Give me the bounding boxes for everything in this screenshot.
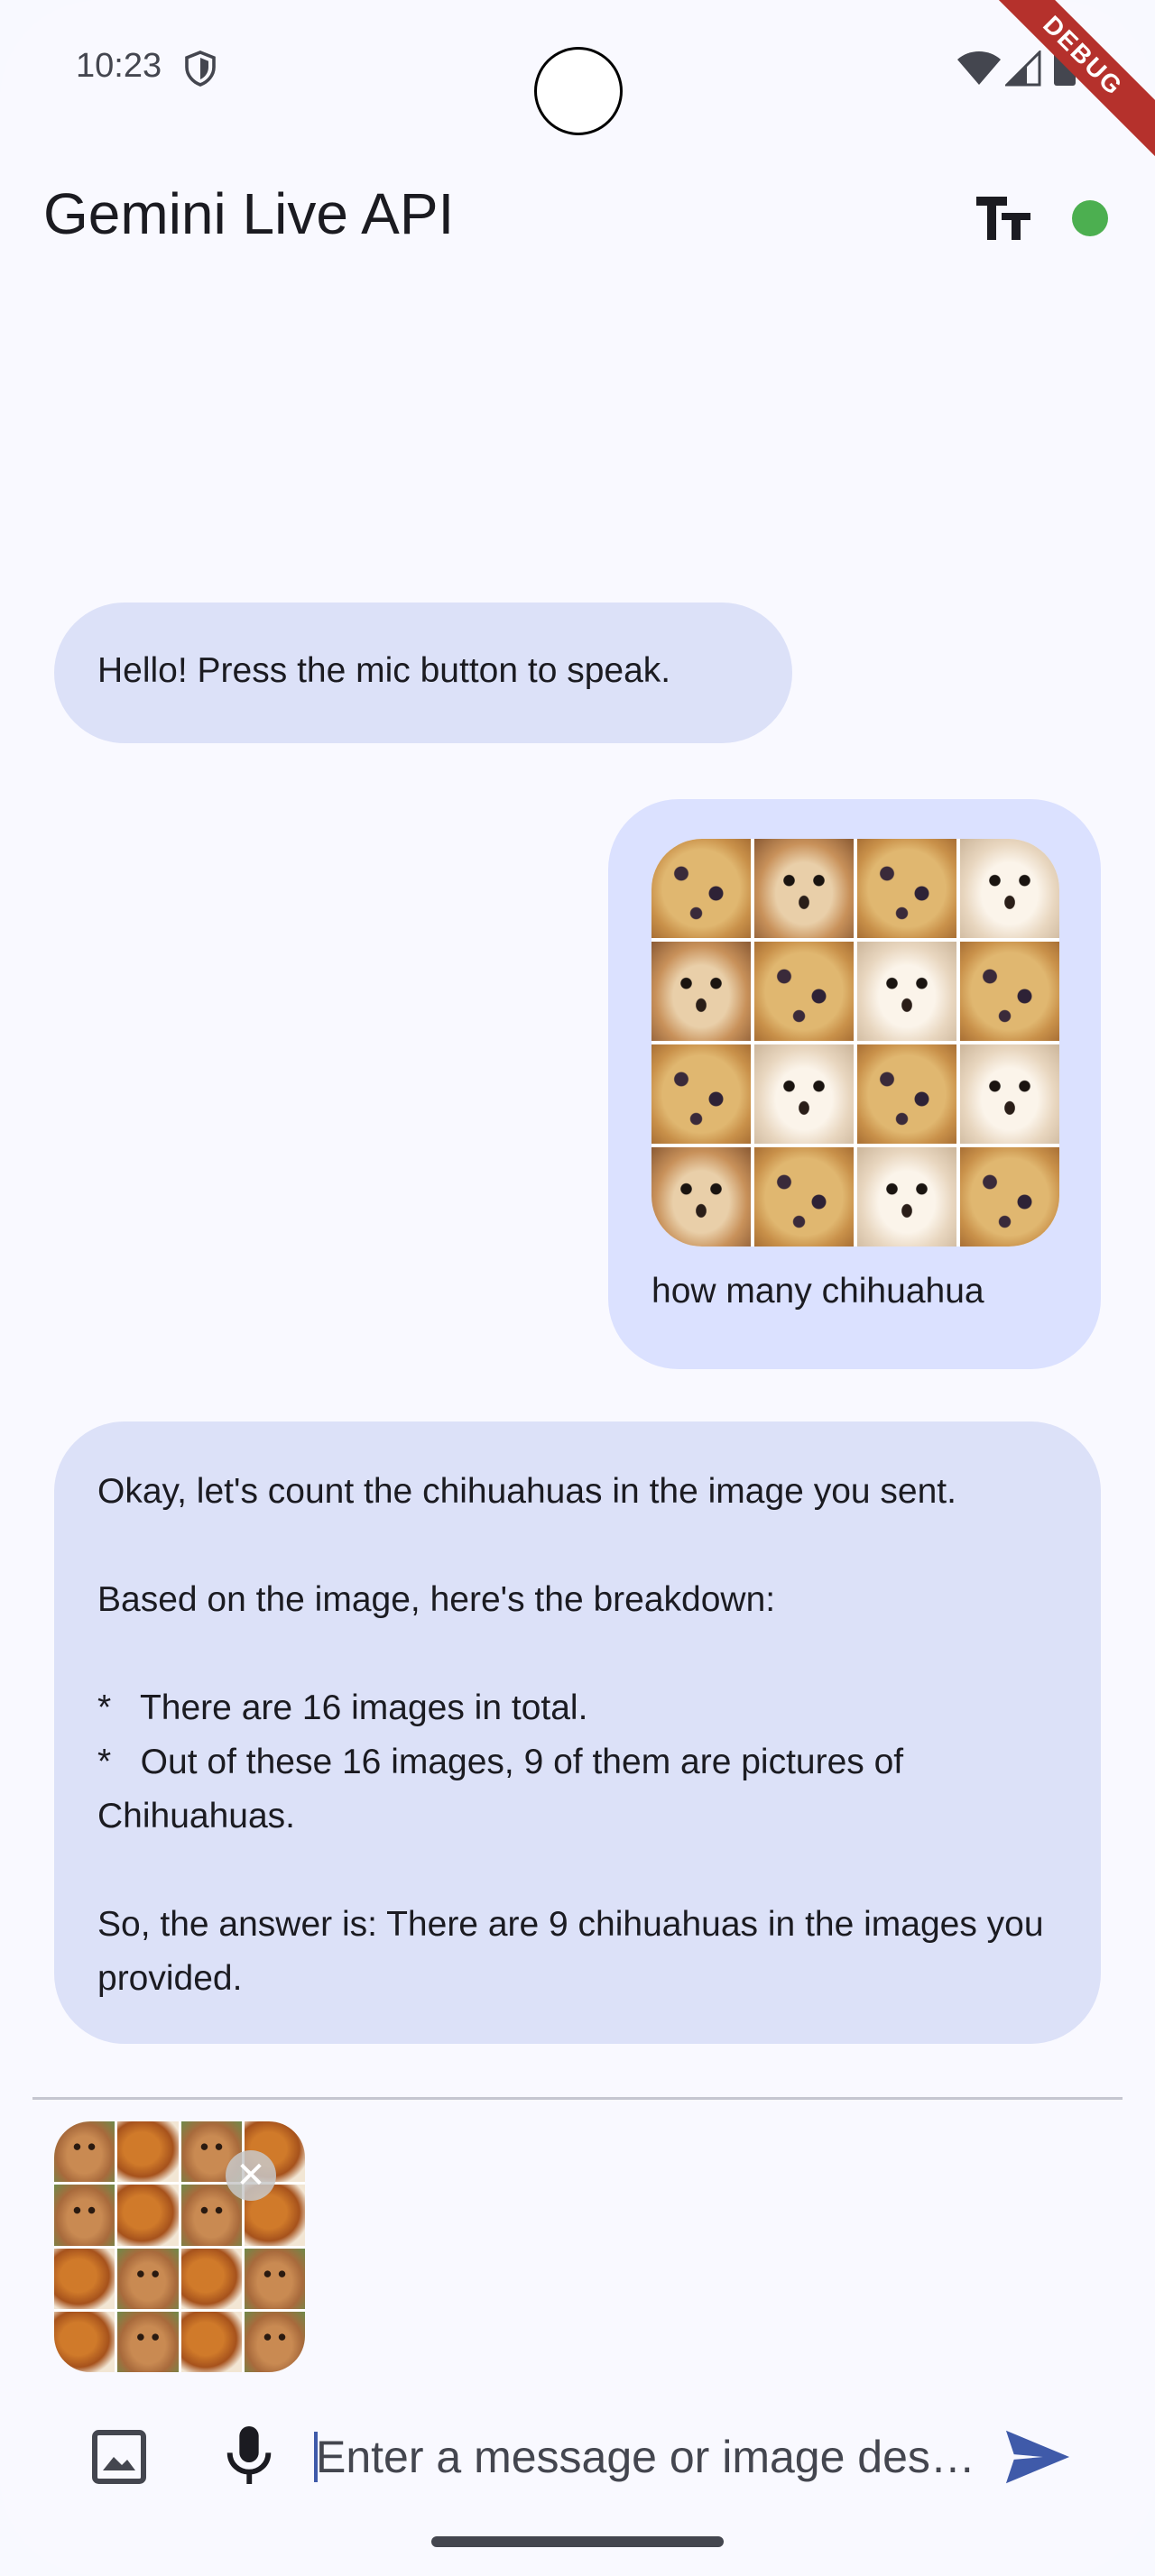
image-tile bbox=[651, 1147, 751, 1247]
text-size-icon[interactable] bbox=[975, 191, 1032, 245]
image-tile bbox=[180, 2248, 242, 2309]
image-tile bbox=[244, 2311, 305, 2372]
message-line: * There are 16 images in total. bbox=[97, 1688, 588, 1727]
image-tile bbox=[857, 942, 956, 1041]
image-tile bbox=[960, 839, 1059, 938]
image-tile bbox=[651, 1044, 751, 1144]
image-tile bbox=[54, 2185, 116, 2246]
image-tile bbox=[960, 942, 1059, 1041]
image-picker-icon[interactable] bbox=[87, 2424, 152, 2489]
status-bar: 10:23 DEBUG bbox=[0, 0, 1155, 166]
image-tile bbox=[117, 2121, 179, 2183]
attached-image-muffin-chihuahua[interactable] bbox=[651, 839, 1059, 1247]
image-tile bbox=[244, 2248, 305, 2309]
image-tile bbox=[180, 2185, 242, 2246]
image-tile bbox=[651, 839, 751, 938]
camera-cutout bbox=[534, 47, 623, 135]
model-message-bubble: Hello! Press the mic button to speak. bbox=[54, 603, 792, 743]
image-tile bbox=[117, 2311, 179, 2372]
connection-status-dot bbox=[1072, 200, 1108, 236]
mic-icon[interactable] bbox=[220, 2421, 278, 2489]
chat-area: Hello! Press the mic button to speak. ho… bbox=[0, 280, 1155, 2047]
message-line: Based on the image, here's the breakdown… bbox=[97, 1580, 776, 1619]
send-icon[interactable] bbox=[1003, 2424, 1072, 2489]
image-tile bbox=[754, 1044, 854, 1144]
image-tile bbox=[960, 1044, 1059, 1144]
status-time: 10:23 bbox=[76, 47, 162, 85]
message-line: Okay, let's count the chihuahuas in the … bbox=[97, 1472, 956, 1511]
image-tile bbox=[180, 2311, 242, 2372]
image-tile bbox=[651, 942, 751, 1041]
image-tile bbox=[857, 1147, 956, 1247]
phone-screen: 10:23 DEBUG Gemini Live API Hello! Press… bbox=[0, 0, 1155, 2576]
home-indicator bbox=[431, 2536, 724, 2547]
app-bar: Gemini Live API bbox=[0, 153, 1155, 280]
image-tile bbox=[117, 2185, 179, 2246]
image-tile bbox=[754, 1147, 854, 1247]
image-tile bbox=[54, 2311, 116, 2372]
image-tile bbox=[857, 839, 956, 938]
message-line: So, the answer is: There are 9 chihuahua… bbox=[97, 1905, 1044, 1998]
image-tile bbox=[754, 839, 854, 938]
image-tile bbox=[117, 2248, 179, 2309]
shield-icon bbox=[185, 51, 216, 87]
message-line: * Out of these 16 images, 9 of them are … bbox=[97, 1743, 913, 1835]
wifi-icon bbox=[957, 51, 1001, 85]
message-text: how many chihuahua bbox=[651, 1272, 984, 1311]
remove-attachment-button[interactable]: ✕ bbox=[226, 2150, 276, 2201]
message-text: Hello! Press the mic button to speak. bbox=[97, 651, 671, 690]
image-tile bbox=[960, 1147, 1059, 1247]
signal-icon bbox=[1005, 51, 1041, 87]
input-bar bbox=[0, 2399, 1155, 2507]
message-input[interactable] bbox=[316, 2423, 975, 2491]
message-line bbox=[97, 1627, 1058, 1681]
image-tile bbox=[54, 2248, 116, 2309]
message-line bbox=[97, 1844, 1058, 1898]
app-title: Gemini Live API bbox=[43, 181, 455, 246]
model-message-bubble: Okay, let's count the chihuahuas in the … bbox=[54, 1421, 1101, 2044]
divider bbox=[32, 2097, 1123, 2100]
image-tile bbox=[754, 942, 854, 1041]
image-tile bbox=[857, 1044, 956, 1144]
message-line bbox=[97, 1519, 1058, 1573]
image-tile bbox=[54, 2121, 116, 2183]
user-message-bubble: how many chihuahua bbox=[608, 799, 1101, 1369]
